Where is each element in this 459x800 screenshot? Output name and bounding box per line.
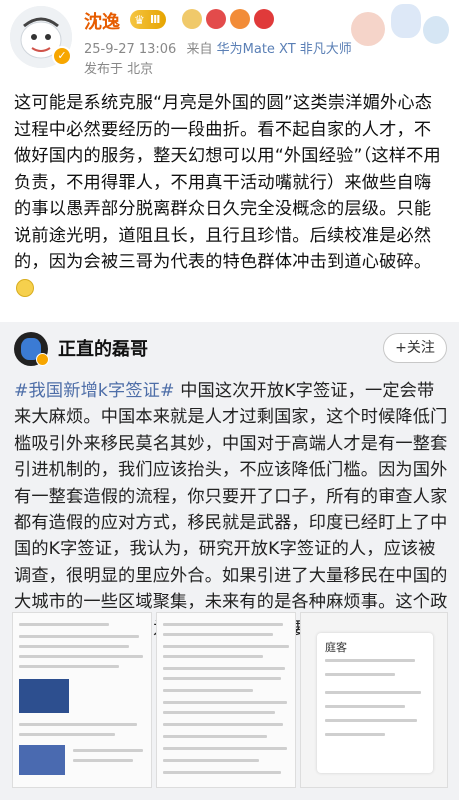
- level-label: Ⅲ: [150, 13, 161, 26]
- honor-icon[interactable]: [230, 9, 250, 29]
- timestamp: 25-9-27 13:06: [84, 42, 177, 57]
- repost-body: #我国新增k字签证# 中国这次开放K字签证，一定会带来大麻烦。中国本来就是人才过…: [14, 378, 450, 642]
- follow-button[interactable]: +关注: [383, 333, 447, 363]
- post-meta: 25-9-27 13:06 来自 华为Mate XT 非凡大师: [84, 38, 352, 57]
- profile-card-preview: 庭客: [317, 633, 433, 773]
- verified-badge-icon: ✓: [52, 46, 72, 66]
- activity-badge-icon[interactable]: [254, 9, 274, 29]
- source-prefix: 来自: [186, 42, 213, 57]
- card-decoration: [343, 2, 453, 50]
- smile-emoji-icon: [16, 278, 34, 297]
- crown-icon: ♛: [134, 13, 145, 27]
- image-thumbnail-3[interactable]: 庭客: [300, 612, 448, 788]
- post-text: 这可能是系统克服“月亮是外国的圆”这类崇洋媚外心态过程中必然要经历的一段曲折。看…: [14, 93, 441, 272]
- post-body: 这可能是系统克服“月亮是外国的圆”这类崇洋媚外心态过程中必然要经历的一段曲折。看…: [14, 90, 446, 302]
- vip-level-badge[interactable]: ♛ Ⅲ: [130, 10, 167, 29]
- post-header: ✓ 沈逸 ♛ Ⅲ 25-9-27 13:06 来自 华为Mate XT 非凡大师…: [0, 0, 459, 78]
- medal-icon[interactable]: [182, 9, 202, 29]
- verified-badge-icon: [36, 353, 49, 366]
- reposted-content[interactable]: 正直的磊哥 +关注 #我国新增k字签证# 中国这次开放K字签证，一定会带来大麻烦…: [0, 322, 459, 800]
- device-link[interactable]: 华为Mate XT 非凡大师: [217, 42, 352, 57]
- image-thumbnail-2[interactable]: [156, 612, 296, 788]
- repost-username[interactable]: 正直的磊哥: [58, 335, 148, 361]
- repost-text: 中国这次开放K字签证，一定会带来大麻烦。中国本来就是人才过剩国家，这个时候降低门…: [14, 381, 448, 639]
- thumbnail-card-title: 庭客: [325, 641, 347, 654]
- image-thumbnail-1[interactable]: [12, 612, 152, 788]
- hashtag-link[interactable]: #我国新增k字签证#: [14, 381, 175, 401]
- username[interactable]: 沈逸: [84, 8, 120, 34]
- fan-badge-icon[interactable]: [206, 9, 226, 29]
- location: 发布于 北京: [84, 62, 154, 77]
